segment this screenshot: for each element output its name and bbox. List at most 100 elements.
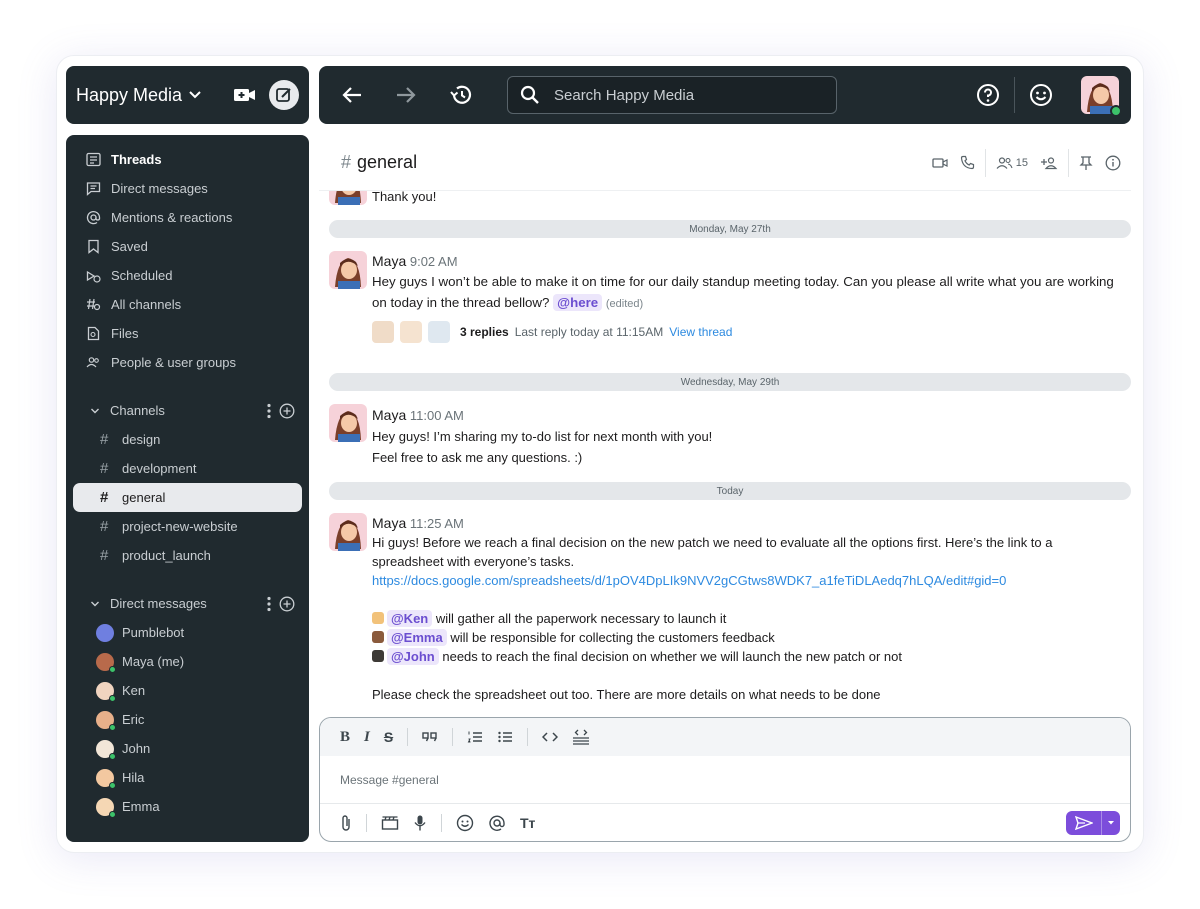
sidebar-dm-emma[interactable]: Emma — [66, 792, 309, 821]
view-thread-link[interactable]: View thread — [669, 323, 732, 342]
compose-button[interactable] — [269, 80, 299, 110]
sidebar-item-all-channels[interactable]: All channels — [66, 290, 309, 319]
maya-avatar-icon[interactable] — [329, 251, 367, 289]
send-options-icon[interactable] — [1102, 820, 1120, 826]
sidebar-dm-ken[interactable]: Ken — [66, 676, 309, 705]
add-member-icon[interactable] — [1040, 156, 1058, 170]
sidebar-item-direct-messages[interactable]: Direct messages — [66, 174, 309, 203]
mention-john[interactable]: @John — [387, 648, 439, 665]
dms-section-header[interactable]: Direct messages — [66, 589, 309, 618]
hash-icon: # — [100, 518, 109, 535]
code-block-icon[interactable] — [572, 729, 590, 745]
thread-summary[interactable]: 3 replies Last reply today at 11:15AM Vi… — [372, 321, 1127, 343]
sidebar-channel-development[interactable]: # development — [66, 454, 309, 483]
send-icon[interactable] — [1066, 810, 1102, 835]
task-emoji-icon — [372, 631, 384, 643]
message-input[interactable]: Message #general — [320, 756, 1130, 804]
message[interactable]: Maya 9:02 AM Hey guys I won’t be able to… — [329, 251, 1131, 351]
people-icon — [86, 357, 99, 368]
maya-avatar-icon[interactable] — [329, 404, 367, 442]
sidebar-item-mentions[interactable]: Mentions & reactions — [66, 203, 309, 232]
sidebar-item-saved[interactable]: Saved — [66, 232, 309, 261]
more-vertical-icon[interactable] — [267, 596, 271, 612]
mention-emma[interactable]: @Emma — [387, 629, 447, 646]
search-icon — [520, 85, 539, 104]
sidebar-dm-pumblebot[interactable]: Pumblebot — [66, 618, 309, 647]
maya-avatar-icon — [329, 191, 367, 205]
threads-icon — [86, 152, 101, 167]
add-circle-icon[interactable] — [279, 596, 295, 612]
sidebar-item-label: All channels — [111, 297, 182, 312]
members-button[interactable]: 15 — [996, 156, 1028, 170]
video-camera-icon[interactable] — [932, 157, 948, 169]
sidebar-channel-general[interactable]: # general — [73, 483, 302, 512]
message-author[interactable]: Maya — [372, 407, 406, 423]
history-icon[interactable] — [449, 84, 473, 106]
sidebar-dm-john[interactable]: John — [66, 734, 309, 763]
mention-here[interactable]: @here — [553, 294, 603, 311]
quote-icon[interactable] — [422, 731, 438, 743]
code-icon[interactable] — [542, 731, 559, 743]
channels-section-header[interactable]: Channels — [66, 396, 309, 425]
italic-icon[interactable]: I — [364, 729, 370, 746]
text-format-icon[interactable]: Tт — [520, 815, 535, 831]
message[interactable]: Maya 11:25 AM Hi guys! Before we reach a… — [329, 513, 1131, 711]
workspace-name: Happy Media — [76, 84, 183, 105]
sidebar-channel-product-launch[interactable]: # product_launch — [66, 541, 309, 570]
phone-icon[interactable] — [960, 155, 975, 170]
mention-ken[interactable]: @Ken — [387, 610, 433, 627]
divider — [1068, 148, 1069, 177]
search-input[interactable]: Search Happy Media — [507, 76, 837, 114]
add-circle-icon[interactable] — [279, 403, 295, 419]
bold-icon[interactable]: B — [340, 729, 350, 746]
forward-arrow-icon[interactable] — [395, 85, 417, 105]
clapperboard-icon[interactable] — [381, 815, 399, 831]
maya-avatar-icon[interactable] — [329, 513, 367, 551]
all-channels-icon — [87, 298, 101, 311]
sidebar-dm-maya[interactable]: Maya (me) — [66, 647, 309, 676]
numbered-list-icon[interactable] — [467, 730, 483, 744]
sidebar-channel-project-new-website[interactable]: # project-new-website — [66, 512, 309, 541]
reply-count[interactable]: 3 replies — [460, 323, 509, 342]
message-author[interactable]: Maya — [372, 253, 406, 269]
bookmark-icon — [88, 239, 99, 254]
video-call-button[interactable] — [233, 86, 257, 104]
channel-title[interactable]: # general — [341, 152, 417, 173]
divider — [407, 728, 409, 746]
back-arrow-icon[interactable] — [341, 85, 363, 105]
bullet-list-icon[interactable] — [497, 730, 513, 744]
workspace-switcher[interactable]: Happy Media — [76, 85, 202, 106]
more-vertical-icon[interactable] — [267, 403, 271, 419]
sidebar-item-threads[interactable]: Threads — [66, 145, 309, 174]
info-icon[interactable] — [1105, 155, 1121, 171]
avatar-icon — [96, 710, 116, 731]
sidebar-dm-hila[interactable]: Hila — [66, 763, 309, 792]
message-list[interactable]: Thank you! Monday, May 27th Maya 9:02 AM… — [319, 191, 1131, 711]
user-avatar[interactable] — [1081, 76, 1122, 117]
help-icon[interactable] — [976, 83, 1000, 107]
emoji-icon[interactable] — [456, 814, 474, 832]
sidebar-channel-design[interactable]: # design — [66, 425, 309, 454]
chevron-down-icon — [91, 601, 99, 606]
spreadsheet-link[interactable]: https://docs.google.com/spreadsheets/d/1… — [372, 571, 1127, 590]
message-author[interactable]: Maya — [372, 515, 406, 531]
send-button[interactable] — [1066, 810, 1120, 835]
files-icon — [87, 326, 100, 341]
sidebar-item-scheduled[interactable]: Scheduled — [66, 261, 309, 290]
dm-label: John — [122, 741, 151, 756]
online-status-dot — [109, 781, 116, 789]
sidebar-dm-eric[interactable]: Eric — [66, 705, 309, 734]
mention-icon[interactable] — [488, 814, 506, 832]
pin-icon[interactable] — [1079, 155, 1093, 171]
sidebar-item-label: People & user groups — [111, 355, 237, 370]
members-icon — [996, 156, 1013, 169]
divider — [984, 148, 986, 177]
sidebar-item-files[interactable]: Files — [66, 319, 309, 348]
strikethrough-icon[interactable]: S — [384, 729, 393, 745]
attachment-icon[interactable] — [340, 814, 352, 832]
sidebar-item-people[interactable]: People & user groups — [66, 348, 309, 377]
channel-label: project-new-website — [122, 519, 238, 534]
status-emoji-icon[interactable] — [1029, 83, 1053, 107]
microphone-icon[interactable] — [413, 814, 427, 832]
message[interactable]: Maya 11:00 AM Hey guys! I’m sharing my t… — [329, 404, 1131, 466]
